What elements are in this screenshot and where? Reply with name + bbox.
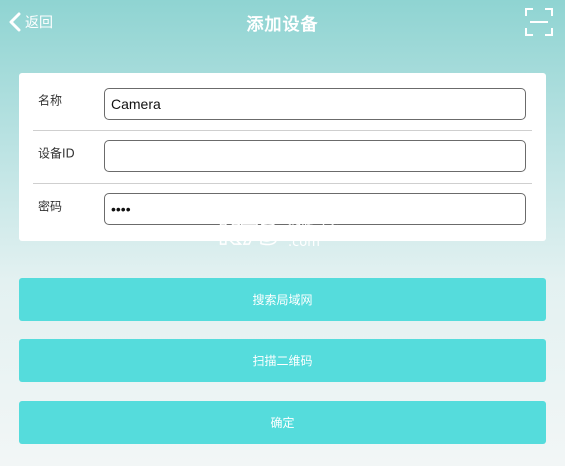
name-label: 名称	[38, 93, 63, 107]
device-id-input[interactable]	[104, 140, 526, 172]
password-label: 密码	[38, 199, 63, 213]
device-id-row: 设备ID	[33, 126, 532, 179]
search-lan-button[interactable]: 搜索局域网	[19, 278, 546, 321]
device-id-label: 设备ID	[38, 146, 75, 160]
top-bar: 返回 添加设备	[0, 0, 565, 44]
scan-button[interactable]	[525, 8, 553, 36]
scan-qr-button[interactable]: 扫描二维码	[19, 339, 546, 382]
watermark-brand: K73	[218, 218, 279, 250]
confirm-button[interactable]: 确定	[19, 401, 546, 444]
watermark-slogan: 游戏之家	[288, 219, 340, 235]
name-input[interactable]	[104, 88, 526, 120]
watermark-domain: .com	[288, 235, 320, 250]
page-title: 添加设备	[246, 15, 319, 35]
watermark-logo: K73 游戏之家 .com	[218, 217, 340, 250]
scan-frame-icon	[525, 8, 553, 36]
name-row: 名称	[33, 73, 532, 126]
